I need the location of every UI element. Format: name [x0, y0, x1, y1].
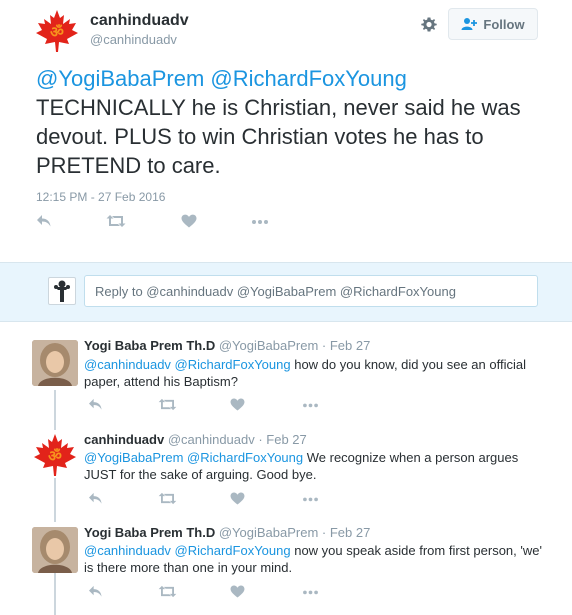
- tweet-timestamp[interactable]: 12:15 PM - 27 Feb 2016: [36, 190, 165, 204]
- reply-icon[interactable]: [88, 585, 103, 598]
- reply-input[interactable]: Reply to @canhinduadv @YogiBabaPrem @Ric…: [84, 275, 538, 307]
- avatar: [48, 277, 76, 305]
- more-icon[interactable]: [302, 398, 319, 411]
- author-name[interactable]: Yogi Baba Prem Th.D: [84, 338, 215, 353]
- conversation-tweet[interactable]: ॐ canhinduadv @canhinduadv · Feb 27 @Yog…: [0, 424, 572, 520]
- profile-photo-icon: [32, 340, 78, 386]
- retweet-icon[interactable]: [106, 214, 126, 228]
- maple-leaf-om-icon: ॐ: [36, 10, 78, 52]
- gear-icon[interactable]: [420, 16, 438, 34]
- svg-text:ॐ: ॐ: [50, 23, 64, 41]
- like-icon[interactable]: [230, 585, 245, 598]
- conversation-tweet[interactable]: Yogi Baba Prem Th.D @YogiBabaPrem · Feb …: [0, 517, 572, 615]
- mention-link[interactable]: @canhinduadv @RichardFoxYoung: [84, 543, 291, 558]
- avatar[interactable]: ॐ: [34, 8, 80, 54]
- more-icon[interactable]: [302, 492, 319, 505]
- mention-link[interactable]: @canhinduadv @RichardFoxYoung: [84, 357, 291, 372]
- avatar[interactable]: [32, 340, 78, 386]
- retweet-icon[interactable]: [158, 398, 177, 411]
- more-icon[interactable]: [251, 214, 269, 228]
- author-handle[interactable]: @canhinduadv: [90, 32, 177, 47]
- reply-icon[interactable]: [88, 398, 103, 411]
- author-meta[interactable]: @YogiBabaPrem · Feb 27: [219, 525, 370, 540]
- tweet-text: @canhinduadv @RichardFoxYoung how do you…: [84, 356, 544, 390]
- profile-photo-icon: [32, 527, 78, 573]
- author-name[interactable]: canhinduadv: [90, 12, 189, 30]
- conversation-tweet[interactable]: Yogi Baba Prem Th.D @YogiBabaPrem · Feb …: [0, 330, 572, 426]
- main-tweet: ॐ canhinduadv @canhinduadv Follow @YogiB…: [0, 0, 572, 262]
- author-name[interactable]: canhinduadv: [84, 432, 164, 447]
- avatar[interactable]: ॐ: [32, 432, 78, 478]
- more-icon[interactable]: [302, 585, 319, 598]
- mention-link[interactable]: @YogiBabaPrem @RichardFoxYoung: [84, 450, 303, 465]
- tweet-text: @YogiBabaPrem @RichardFoxYoung TECHNICAL…: [36, 64, 546, 180]
- mention-link[interactable]: @RichardFoxYoung: [210, 66, 406, 91]
- add-user-icon: [461, 18, 478, 30]
- retweet-icon[interactable]: [158, 492, 177, 505]
- reply-area: Reply to @canhinduadv @YogiBabaPrem @Ric…: [0, 262, 572, 322]
- mention-link[interactable]: @YogiBabaPrem: [36, 66, 204, 91]
- reply-icon[interactable]: [88, 492, 103, 505]
- author-meta[interactable]: @canhinduadv · Feb 27: [168, 432, 307, 447]
- like-icon[interactable]: [181, 214, 197, 228]
- follow-button[interactable]: Follow: [448, 8, 538, 40]
- maple-leaf-om-icon: ॐ: [34, 434, 76, 476]
- avatar[interactable]: [32, 527, 78, 573]
- author-name[interactable]: Yogi Baba Prem Th.D: [84, 525, 215, 540]
- retweet-icon[interactable]: [158, 585, 177, 598]
- tweet-text: @YogiBabaPrem @RichardFoxYoung We recogn…: [84, 449, 544, 483]
- tweet-text: @canhinduadv @RichardFoxYoung now you sp…: [84, 542, 544, 576]
- author-meta[interactable]: @YogiBabaPrem · Feb 27: [219, 338, 370, 353]
- reply-icon[interactable]: [36, 214, 52, 228]
- like-icon[interactable]: [230, 398, 245, 411]
- tweet-body: TECHNICALLY he is Christian, never said …: [36, 95, 521, 178]
- svg-text:ॐ: ॐ: [48, 447, 62, 465]
- user-silhouette-icon: [54, 280, 70, 302]
- follow-label: Follow: [483, 16, 525, 32]
- like-icon[interactable]: [230, 492, 245, 505]
